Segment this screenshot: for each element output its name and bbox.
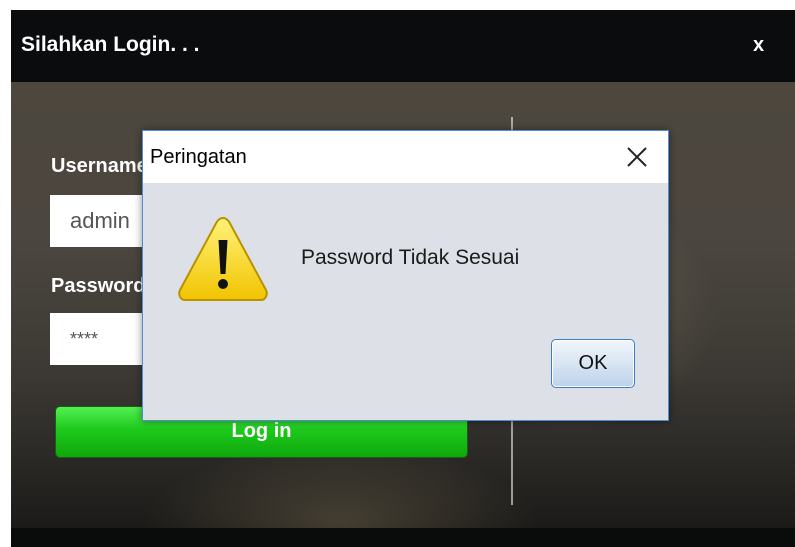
dialog-title: Peringatan — [150, 146, 247, 168]
close-icon[interactable] — [624, 144, 650, 170]
window-title: Silahkan Login. . . — [21, 33, 200, 56]
bottom-bar — [11, 528, 795, 547]
dialog-title-bar: Peringatan — [143, 131, 668, 183]
warning-icon — [178, 216, 268, 301]
ok-button[interactable]: OK — [551, 339, 635, 388]
password-label: Password — [51, 275, 146, 297]
title-bar: Silahkan Login. . . x — [11, 10, 795, 82]
warning-dialog: Peringatan Password Tidak Sesuai OK — [142, 130, 669, 421]
close-button[interactable]: x — [753, 34, 764, 57]
dialog-message: Password Tidak Sesuai — [301, 246, 520, 269]
ok-button-label: OK — [578, 352, 608, 374]
username-label: Username — [51, 155, 148, 177]
login-button-label: Log in — [231, 420, 292, 442]
